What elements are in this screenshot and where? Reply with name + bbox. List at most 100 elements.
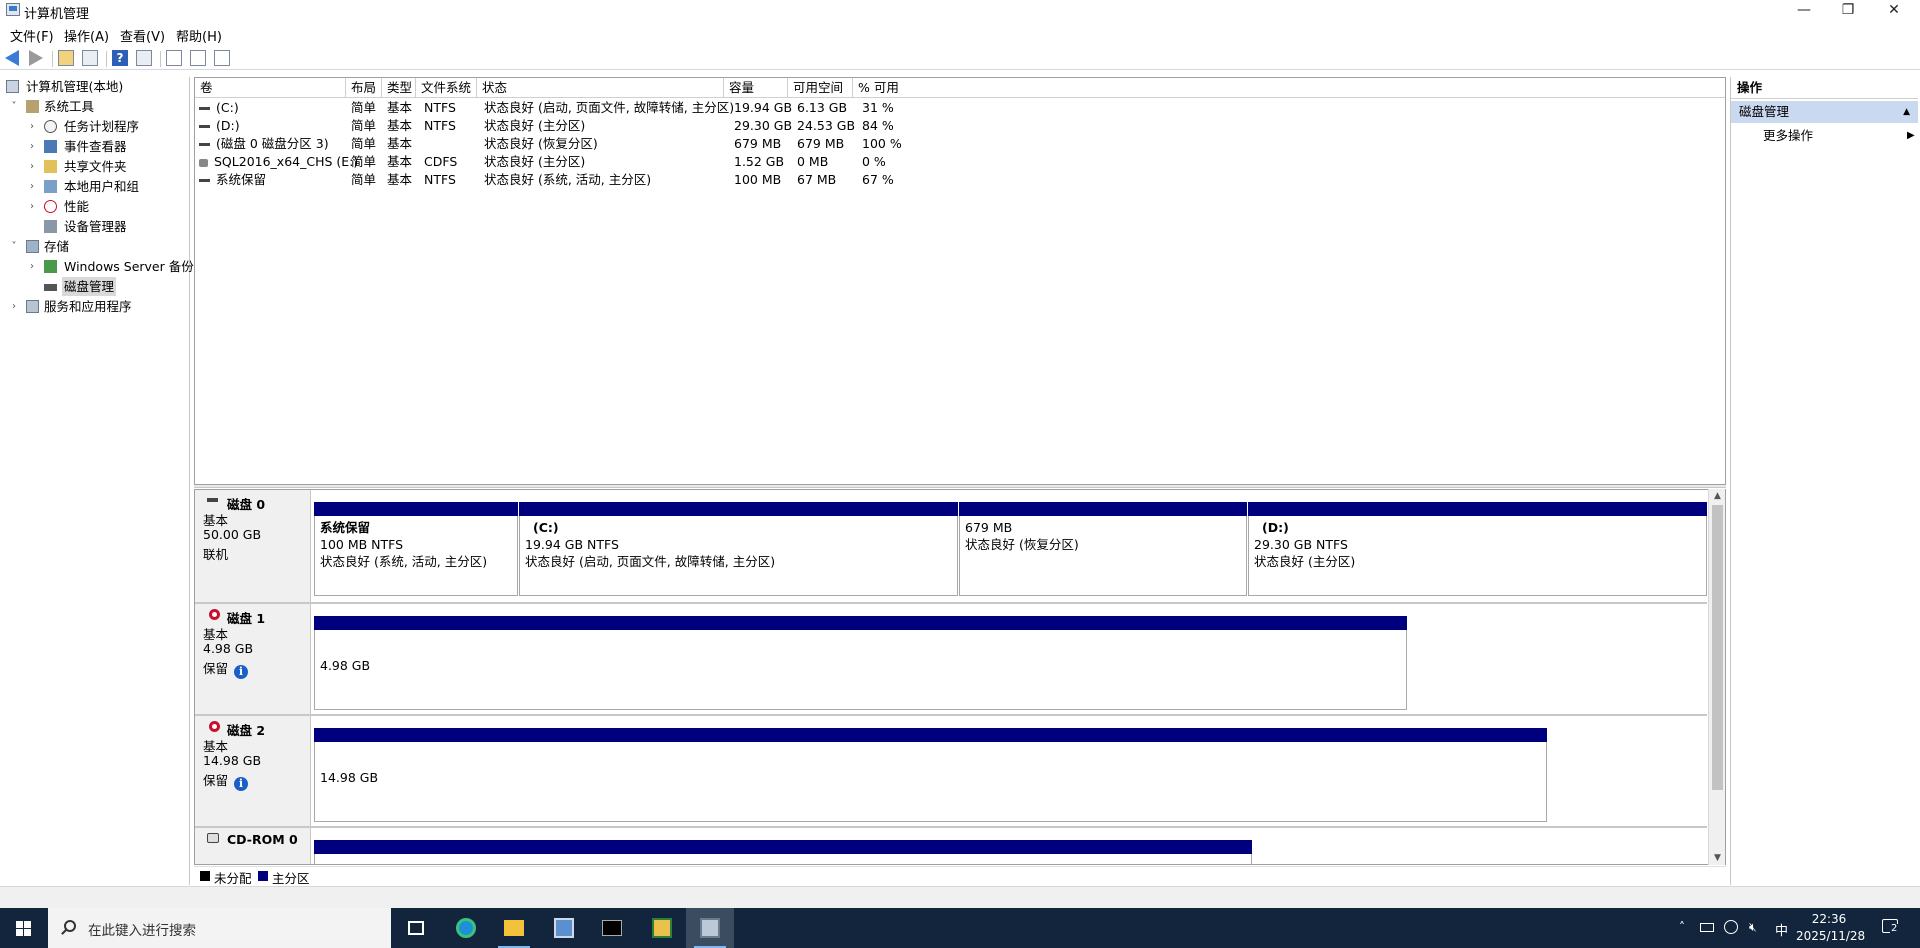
table-row[interactable]: (磁盘 0 磁盘分区 3) 简单 基本 状态良好 (恢复分区) 679 MB 6… <box>195 135 1725 153</box>
expand-icon[interactable]: › <box>26 197 38 216</box>
input-method-indicator[interactable]: 中 <box>1775 920 1788 939</box>
taskbar-edge[interactable] <box>442 908 490 948</box>
partition-system-reserved[interactable]: 系统保留 100 MB NTFS 状态良好 (系统, 活动, 主分区) <box>314 516 518 596</box>
table-row[interactable]: SQL2016_x64_CHS (E:) 简单 基本 CDFS 状态良好 (主分… <box>195 153 1725 171</box>
volume-layout: 简单 <box>351 154 377 169</box>
start-button[interactable] <box>0 908 48 948</box>
partition-c[interactable]: (C:) 19.94 GB NTFS 状态良好 (启动, 页面文件, 故障转储,… <box>519 516 958 596</box>
column-header-type[interactable]: 类型 <box>382 78 416 98</box>
volume-status: 状态良好 (恢复分区) <box>484 136 598 151</box>
column-header-percent-free[interactable]: % 可用 <box>853 78 901 98</box>
expand-icon[interactable]: › <box>26 117 38 136</box>
section-label: 磁盘管理 <box>1739 104 1790 119</box>
scroll-down-icon[interactable]: ▼ <box>1709 851 1726 865</box>
disk-name: 磁盘 0 <box>227 497 266 512</box>
expand-icon[interactable]: › <box>26 257 38 276</box>
disk-0-label[interactable]: 磁盘 0 基本 50.00 GB 联机 <box>195 490 311 602</box>
partition-disk-2[interactable]: 14.98 GB <box>314 742 1547 822</box>
expand-icon[interactable]: › <box>8 297 20 316</box>
table-row[interactable]: 系统保留 简单 基本 NTFS 状态良好 (系统, 活动, 主分区) 100 M… <box>195 171 1725 189</box>
table-row[interactable]: (D:) 简单 基本 NTFS 状态良好 (主分区) 29.30 GB 24.5… <box>195 117 1725 135</box>
volume-name: (D:) <box>216 118 240 133</box>
pane-splitter[interactable] <box>194 485 1726 488</box>
disk-1-label[interactable]: 磁盘 1 基本 4.98 GB 保留 i <box>195 604 311 714</box>
disk-view-scrollbar[interactable]: ▲ ▼ <box>1708 489 1725 865</box>
column-header-filesystem[interactable]: 文件系统 <box>416 78 477 98</box>
notification-center-icon[interactable]: 2 <box>1882 919 1899 934</box>
up-folder-icon[interactable] <box>58 50 74 66</box>
disk-name: 磁盘 2 <box>227 723 266 738</box>
column-header-volume[interactable]: 卷 <box>195 78 346 98</box>
scrollbar-thumb[interactable] <box>1712 505 1723 790</box>
partition-recovery[interactable]: 679 MB 状态良好 (恢复分区) <box>959 516 1247 596</box>
drive-icon <box>199 125 210 128</box>
taskbar-search[interactable]: 在此键入进行搜索 <box>48 908 391 948</box>
toolbar-separator <box>106 51 107 67</box>
info-icon[interactable]: i <box>234 665 249 679</box>
volume-capacity: 100 MB <box>734 172 782 187</box>
column-header-capacity[interactable]: 容量 <box>724 78 788 98</box>
checklist-icon[interactable] <box>190 50 206 66</box>
network-icon[interactable] <box>1724 920 1738 934</box>
column-header-free-space[interactable]: 可用空间 <box>788 78 853 98</box>
taskbar-computer-management[interactable] <box>686 908 734 948</box>
cdrom-0-label[interactable]: CD-ROM 0 <box>195 828 311 864</box>
volume-capacity: 1.52 GB <box>734 154 785 169</box>
show-hidden-icons-icon[interactable]: ˄ <box>1679 920 1685 934</box>
taskbar-file-explorer[interactable] <box>490 908 538 948</box>
partition-bar <box>959 502 1247 516</box>
unallocated-swatch <box>200 871 210 881</box>
partition-d[interactable]: (D:) 29.30 GB NTFS 状态良好 (主分区) <box>1248 516 1707 596</box>
column-header-layout[interactable]: 布局 <box>346 78 382 98</box>
volume-type: 基本 <box>387 100 413 115</box>
actions-section-disk-management[interactable]: 磁盘管理 ▲ <box>1731 101 1918 123</box>
properties-icon[interactable] <box>214 50 230 66</box>
volume-free: 6.13 GB <box>797 100 848 115</box>
volume-filesystem: CDFS <box>424 154 458 169</box>
help-icon[interactable]: ? <box>112 50 128 66</box>
cd-drive-icon <box>199 158 208 167</box>
more-actions[interactable]: 更多操作 ▶ <box>1763 125 1915 147</box>
taskbar-terminal[interactable] <box>588 908 636 948</box>
disk-2-label[interactable]: 磁盘 2 基本 14.98 GB 保留 i <box>195 716 311 826</box>
disk-reserved-icon <box>209 721 220 732</box>
collapse-icon[interactable]: ˅ <box>8 237 20 256</box>
collapse-up-icon[interactable]: ▲ <box>1903 101 1910 123</box>
legend-unallocated: 未分配 <box>214 871 252 886</box>
show-hide-tree-icon[interactable] <box>82 50 98 66</box>
collapse-icon[interactable]: ˅ <box>8 97 20 116</box>
clock[interactable]: 22:36 2025/11/28 <box>1796 911 1865 945</box>
partition-cdrom[interactable] <box>314 854 1252 864</box>
table-row[interactable]: (C:) 简单 基本 NTFS 状态良好 (启动, 页面文件, 故障转储, 主分… <box>195 99 1725 117</box>
connect-icon[interactable] <box>166 50 182 66</box>
partition-status: 状态良好 (启动, 页面文件, 故障转储, 主分区) <box>525 554 776 569</box>
volume-muted-icon[interactable]: 🔇︎ <box>1749 920 1757 935</box>
partition-title: 系统保留 <box>320 520 371 535</box>
minimize-button[interactable]: — <box>1782 0 1826 22</box>
expand-icon[interactable]: › <box>26 157 38 176</box>
menu-action[interactable]: 操作(A) <box>64 26 109 45</box>
restore-button[interactable]: ❐ <box>1826 0 1870 22</box>
taskbar-server-manager[interactable] <box>540 908 588 948</box>
show-hide-action-pane-icon[interactable] <box>136 50 152 66</box>
legend-primary: 主分区 <box>272 871 310 886</box>
volume-type: 基本 <box>387 118 413 133</box>
menu-help[interactable]: 帮助(H) <box>176 26 222 45</box>
partition-disk-1[interactable]: 4.98 GB <box>314 630 1407 710</box>
back-arrow-icon[interactable] <box>5 50 19 66</box>
close-button[interactable]: ✕ <box>1872 0 1916 22</box>
partition-title: (D:) <box>1262 520 1289 535</box>
navigation-tree: 计算机管理(本地) ˅ 系统工具 › 任务计划程序 › 事件查看器 › 共享文件… <box>0 77 194 885</box>
expand-icon[interactable]: › <box>26 137 38 156</box>
battery-icon[interactable] <box>1700 923 1714 932</box>
menu-view[interactable]: 查看(V) <box>120 26 165 45</box>
toolbar-separator <box>52 51 53 67</box>
scroll-up-icon[interactable]: ▲ <box>1709 489 1726 503</box>
forward-arrow-icon[interactable] <box>29 50 43 66</box>
expand-icon[interactable]: › <box>26 177 38 196</box>
menu-file[interactable]: 文件(F) <box>10 26 54 45</box>
column-header-status[interactable]: 状态 <box>477 78 724 98</box>
task-view-button[interactable] <box>392 908 440 948</box>
taskbar-explorer-tools[interactable] <box>638 908 686 948</box>
info-icon[interactable]: i <box>234 777 249 791</box>
